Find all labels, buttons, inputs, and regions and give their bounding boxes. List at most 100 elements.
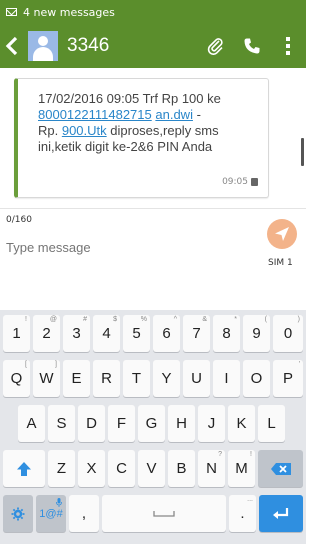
key-label: 9 [252, 325, 261, 342]
key-u[interactable]: U [183, 360, 210, 397]
mail-notification-icon [6, 8, 17, 16]
key-j[interactable]: J [198, 405, 225, 442]
key-m[interactable]: M! [228, 450, 255, 487]
key-x[interactable]: X [78, 450, 105, 487]
avatar-head-shape [38, 36, 48, 46]
key-e[interactable]: E [63, 360, 90, 397]
shift-arrow-icon [17, 461, 31, 476]
key-label: . [240, 505, 245, 522]
key-f[interactable]: F [108, 405, 135, 442]
backspace-key[interactable] [258, 450, 303, 487]
key-sublabel: [ [25, 361, 27, 368]
key-q[interactable]: Q[ [3, 360, 30, 397]
key-c[interactable]: C [108, 450, 135, 487]
period-key[interactable]: .... [229, 495, 256, 532]
phone-icon [244, 38, 260, 54]
key-b[interactable]: B [168, 450, 195, 487]
key-label: 0 [283, 325, 293, 342]
key-label: G [145, 415, 158, 432]
key-label: M [235, 460, 248, 477]
key-i[interactable]: I [213, 360, 240, 397]
key-v[interactable]: V [138, 450, 165, 487]
key-z[interactable]: Z [48, 450, 75, 487]
key-label: 1 [12, 325, 21, 342]
message-bubble[interactable]: 17/02/2016 09:05 Trf Rp 100 ke 800012211… [14, 78, 269, 198]
key-6[interactable]: 6 ^ [153, 315, 180, 352]
scrollbar-thumb[interactable] [301, 138, 304, 166]
key-label: V [146, 460, 157, 477]
conversation-title: 3346 [67, 35, 110, 56]
message-input[interactable] [6, 237, 246, 257]
key-2[interactable]: 2 @ [33, 315, 60, 352]
enter-key[interactable] [259, 495, 303, 532]
key-t[interactable]: T [123, 360, 150, 397]
key-sublabel: ! [250, 451, 252, 458]
key-sublabel: ! [25, 316, 27, 323]
key-8[interactable]: 8 * [213, 315, 240, 352]
key-p[interactable]: P ' [273, 360, 303, 397]
key-label: A [26, 415, 37, 432]
key-4[interactable]: 4 $ [93, 315, 120, 352]
key-y[interactable]: Y [153, 360, 180, 397]
key-7[interactable]: 7 & [183, 315, 210, 352]
notification-text: 4 new messages [23, 5, 115, 19]
spacer [0, 280, 306, 310]
recipient-name-link[interactable]: an.dwi [155, 107, 193, 122]
key-label: W [39, 370, 54, 387]
key-sublabel: $ [113, 316, 117, 323]
comma-key[interactable]: , [69, 495, 99, 532]
key-d[interactable]: D [78, 405, 105, 442]
message-line-1: 17/02/2016 09:05 Trf Rp 100 ke [38, 91, 221, 106]
key-w[interactable]: W] [33, 360, 60, 397]
key-label: 2 [42, 325, 51, 342]
key-5[interactable]: 5% [123, 315, 150, 352]
key-n[interactable]: N? [198, 450, 225, 487]
settings-key[interactable] [3, 495, 33, 532]
key-0[interactable]: 0) [273, 315, 303, 352]
key-label: C [116, 460, 127, 477]
key-g[interactable]: G [138, 405, 165, 442]
account-number-link[interactable]: 8000122111482715 [38, 107, 152, 122]
call-button[interactable] [234, 24, 270, 68]
character-counter: 0/160 [6, 215, 32, 225]
key-9[interactable]: 9( [243, 315, 270, 352]
key-label: X [86, 460, 97, 477]
message-line-4: ini,ketik digit ke-2&6 PIN Anda [38, 139, 213, 154]
conversation-area[interactable]: 17/02/2016 09:05 Trf Rp 100 ke 800012211… [0, 68, 306, 208]
symbols-key[interactable]: 1@# [36, 495, 66, 532]
space-key[interactable] [102, 495, 226, 532]
shift-key[interactable] [3, 450, 45, 487]
key-label: T [131, 370, 142, 387]
message-timestamp: 09:05 [222, 177, 258, 187]
contact-avatar[interactable] [28, 31, 58, 61]
key-l[interactable]: L [258, 405, 285, 442]
key-label: N [206, 460, 217, 477]
key-a[interactable]: A [18, 405, 45, 442]
key-sublabel: ) [297, 316, 300, 323]
key-label: S [56, 415, 67, 432]
attach-button[interactable] [198, 24, 234, 68]
key-label: D [86, 415, 97, 432]
send-arrow-icon [275, 227, 289, 241]
key-label: I [224, 370, 229, 387]
send-button[interactable] [267, 219, 297, 249]
space-bar-icon [153, 510, 175, 517]
key-1[interactable]: 1! [3, 315, 30, 352]
key-label: 6 [162, 325, 171, 342]
messaging-screen: 4 new messages 3346 17/02/2016 09:05 Trf… [0, 0, 306, 544]
more-options-button[interactable] [270, 24, 306, 68]
key-h[interactable]: H [168, 405, 195, 442]
key-sublabel: & [202, 316, 207, 323]
key-3[interactable]: 3 # [63, 315, 90, 352]
key-s[interactable]: S [48, 405, 75, 442]
key-k[interactable]: K [228, 405, 255, 442]
mic-icon [56, 498, 62, 507]
amount-link[interactable]: 900.Utk [62, 123, 107, 138]
key-label: B [176, 460, 187, 477]
key-r[interactable]: R [93, 360, 120, 397]
back-button[interactable] [0, 24, 24, 68]
key-o[interactable]: O [243, 360, 270, 397]
key-sublabel: ? [218, 451, 222, 458]
compose-area: 0/160 SIM 1 [0, 208, 306, 280]
key-label: 4 [102, 325, 111, 342]
